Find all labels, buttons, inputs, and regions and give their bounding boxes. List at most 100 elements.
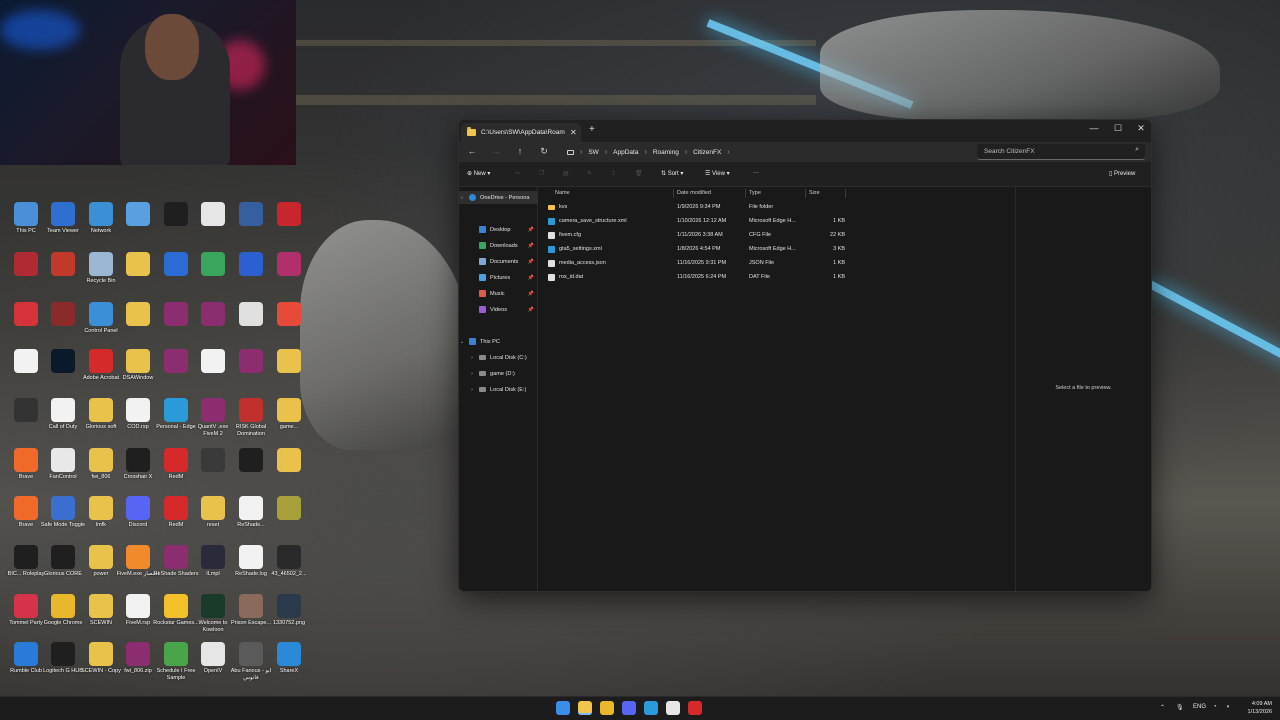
paste-icon[interactable]: ▤ (563, 170, 569, 177)
app-icon (14, 252, 38, 276)
app-icon (277, 642, 301, 666)
app-icon (277, 202, 301, 226)
taskbar-file-explorer-icon[interactable] (578, 701, 592, 715)
breadcrumb-roaming[interactable]: Roaming (653, 149, 679, 156)
desktop-icon[interactable]: 43_46502_2... (266, 543, 312, 591)
volume-icon[interactable]: ◖ (1226, 704, 1230, 710)
column-type[interactable]: Type (749, 190, 761, 196)
file-icon (548, 232, 555, 239)
new-label: New (473, 171, 486, 177)
file-row[interactable]: ros_id.dat 11/16/2025 6:24 PM DAT File 1 KB (545, 271, 845, 284)
file-name: ros_id.dat (559, 274, 584, 280)
search-placeholder: Search CitizenFX (984, 148, 1035, 155)
app-icon (89, 202, 113, 226)
view-button[interactable]: ☰ View ▾ (705, 170, 730, 177)
file-row[interactable]: media_access.json 11/16/2025 9:31 PM JSON … (545, 257, 845, 270)
system-clock[interactable]: 4:09 AM 1/13/2026 (1248, 700, 1272, 716)
app-icon (89, 545, 113, 569)
forward-arrow-icon[interactable]: → (489, 146, 503, 156)
nav-item-drive[interactable]: › game (D:) (459, 367, 538, 380)
desktop-icon[interactable] (266, 347, 312, 395)
taskbar-start-icon[interactable] (556, 701, 570, 715)
desktop-icon[interactable] (266, 200, 312, 248)
wifi-icon[interactable]: ◔ (1213, 704, 1217, 710)
nav-item-label: Desktop (490, 226, 511, 233)
nav-item-quick-access[interactable]: Pictures 📌 (459, 271, 538, 284)
file-row[interactable]: camera_save_structure.xml 1/10/2026 12:12… (545, 215, 845, 228)
preview-button[interactable]: ▯ Preview (1109, 170, 1135, 177)
webcam-light (0, 10, 80, 50)
nav-item-this-pc[interactable]: ⌄ This PC (459, 335, 538, 348)
file-type: Microsoft Edge H... (749, 246, 796, 252)
breadcrumb-appdata[interactable]: AppData (613, 149, 638, 156)
app-icon (164, 642, 188, 666)
app-icon (277, 545, 301, 569)
taskbar-chrome-icon[interactable] (600, 701, 614, 715)
breadcrumb-citizenfx[interactable]: CitizenFX (693, 149, 721, 156)
sort-button[interactable]: ⇅ Sort ▾ (661, 170, 683, 177)
desktop-icon[interactable] (266, 300, 312, 348)
taskbar-edge-icon[interactable] (644, 701, 658, 715)
app-icon (239, 349, 263, 373)
nav-item-quick-access[interactable]: Downloads 📌 (459, 239, 538, 252)
desktop-icon[interactable]: 1330752.png (266, 592, 312, 640)
file-row[interactable]: kvs 1/9/2026 9:34 PM File folder (545, 201, 845, 214)
column-divider (845, 189, 846, 198)
file-name: fivem.cfg (559, 232, 582, 238)
desktop-icon[interactable]: ShareX (266, 640, 312, 688)
delete-icon[interactable]: 🗑 (635, 170, 643, 177)
taskbar-app-icon[interactable] (688, 701, 702, 715)
chevron-up-icon[interactable]: ⌃ (1160, 704, 1165, 711)
app-icon (14, 349, 38, 373)
close-tab-icon[interactable]: ✕ (570, 128, 577, 137)
app-icon (89, 642, 113, 666)
nav-item-onedrive[interactable]: › OneDrive - Persona (459, 191, 538, 204)
desktop-icon[interactable] (266, 494, 312, 542)
nav-item-quick-access[interactable]: Documents 📌 (459, 255, 538, 268)
new-tab-button[interactable]: + (589, 124, 595, 135)
column-size[interactable]: Size (809, 190, 820, 196)
nav-item-drive[interactable]: › Local Disk (C:) (459, 351, 538, 364)
app-icon (239, 302, 263, 326)
breadcrumb-sw[interactable]: SW (588, 149, 598, 156)
more-options-button[interactable]: ··· (753, 170, 759, 176)
address-bar[interactable]: › SW › AppData › Roaming › CitizenFX › (561, 144, 973, 160)
desktop-icon[interactable] (266, 250, 312, 298)
preview-message: Select a file to preview. (1055, 385, 1112, 391)
file-row[interactable]: fivem.cfg 1/11/2026 3:38 AM CFG File 22 KB (545, 229, 845, 242)
chevron-right-icon: › (644, 148, 647, 156)
explorer-tab[interactable]: C:\Users\SW\AppData\Roami ✕ (461, 123, 581, 142)
app-icon (277, 448, 301, 472)
nav-item-quick-access[interactable]: Videos 📌 (459, 303, 538, 316)
nav-item-drive[interactable]: › Local Disk (E:) (459, 383, 538, 396)
app-icon (201, 496, 225, 520)
app-icon (201, 594, 225, 618)
language-indicator[interactable]: ENG (1193, 704, 1206, 710)
refresh-icon[interactable]: ↻ (537, 146, 551, 157)
close-window-button[interactable]: ✕ (1130, 123, 1151, 134)
drive-icon (479, 371, 486, 376)
taskbar-discord-icon[interactable] (622, 701, 636, 715)
new-button[interactable]: ⊕ New ▾ (467, 170, 490, 177)
search-input[interactable]: Search CitizenFX ⌕ (977, 144, 1145, 160)
microphone-icon[interactable]: 🎙 (1176, 704, 1184, 711)
back-arrow-icon[interactable]: ← (465, 146, 479, 156)
wallpaper-car (820, 10, 1220, 120)
column-date-modified[interactable]: Date modified (677, 190, 711, 196)
file-row[interactable]: gta5_settings.xml 1/8/2026 4:54 PM Microso… (545, 243, 845, 256)
up-arrow-icon[interactable]: ↑ (513, 146, 527, 156)
maximize-button[interactable]: ☐ (1107, 123, 1129, 134)
nav-item-quick-access[interactable]: Music 📌 (459, 287, 538, 300)
rename-icon[interactable]: ✎ (587, 170, 592, 177)
file-name: gta5_settings.xml (559, 246, 602, 252)
desktop-icon[interactable]: game... (266, 396, 312, 444)
nav-item-quick-access[interactable]: Desktop 📌 (459, 223, 538, 236)
desktop-icon[interactable] (266, 446, 312, 494)
column-name[interactable]: Name (555, 190, 570, 196)
share-icon[interactable]: ⇪ (611, 170, 616, 177)
minimize-button[interactable]: — (1083, 123, 1105, 133)
copy-icon[interactable]: ❐ (539, 170, 544, 177)
taskbar-obs-icon[interactable] (666, 701, 680, 715)
cut-icon[interactable]: ✂ (515, 170, 520, 177)
nav-item-label: Videos (490, 306, 508, 313)
